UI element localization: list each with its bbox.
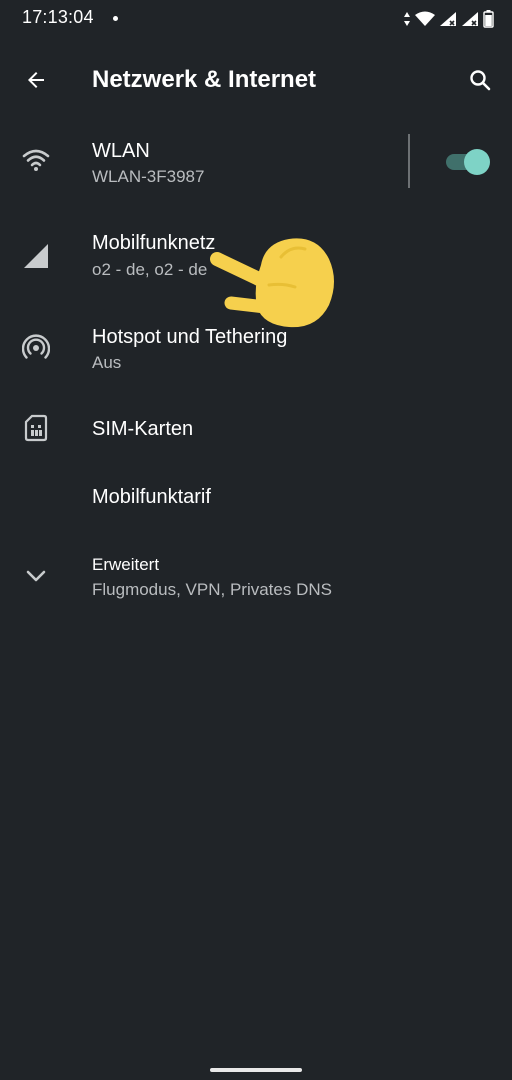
- notification-dot: [113, 16, 118, 21]
- app-bar: Netzwerk & Internet: [0, 48, 512, 112]
- list-item-wlan[interactable]: WLAN WLAN-3F3987: [0, 124, 512, 196]
- mobilfunknetz-subtitle: o2 - de, o2 - de: [92, 260, 208, 279]
- erweitert-title: Erweitert: [92, 555, 160, 574]
- wifi-icon: [12, 136, 60, 184]
- search-icon: [470, 70, 491, 91]
- divider: [408, 134, 410, 188]
- mobilfunknetz-title: Mobilfunknetz: [92, 232, 216, 254]
- arrow-back-icon: [28, 72, 44, 88]
- home-indicator[interactable]: [210, 1068, 302, 1072]
- sim-karten-title: SIM-Karten: [92, 418, 194, 440]
- wifi-icon: [415, 11, 435, 26]
- hotspot-title: Hotspot und Tethering: [92, 326, 288, 348]
- data-activity-icon: [404, 12, 410, 26]
- list-item-erweitert[interactable]: Erweitert Flugmodus, VPN, Privates DNS: [0, 540, 512, 612]
- list-item-mobilfunktarif[interactable]: Mobilfunktarif: [0, 468, 512, 528]
- back-button[interactable]: [12, 56, 60, 104]
- list-item-mobilfunknetz[interactable]: Mobilfunknetz o2 - de, o2 - de: [0, 212, 512, 294]
- hotspot-subtitle: Aus: [92, 353, 122, 372]
- list-item-sim-karten[interactable]: SIM-Karten: [0, 398, 512, 462]
- wlan-toggle[interactable]: [444, 148, 490, 176]
- chevron-down-icon: [12, 552, 60, 600]
- status-bar: 17:13:04: [0, 0, 512, 40]
- status-time: 17:13:04: [22, 7, 94, 27]
- wlan-title: WLAN: [92, 140, 150, 162]
- settings-screen: 17:13:04 Netzwerk & Internet WLAN WLAN-3…: [0, 0, 512, 1080]
- battery-icon: [483, 10, 494, 28]
- mobilfunktarif-title: Mobilfunktarif: [92, 486, 211, 508]
- search-button[interactable]: [456, 56, 504, 104]
- list-item-hotspot[interactable]: Hotspot und Tethering Aus: [0, 308, 512, 386]
- erweitert-subtitle: Flugmodus, VPN, Privates DNS: [92, 580, 332, 599]
- signal-icon: [462, 12, 478, 26]
- sim-card-icon: [12, 404, 60, 452]
- hotspot-icon: [12, 324, 60, 372]
- wlan-subtitle: WLAN-3F3987: [92, 167, 205, 186]
- toggle-thumb: [464, 149, 490, 175]
- page-title: Netzwerk & Internet: [92, 66, 317, 93]
- signal-icon: [440, 12, 456, 26]
- status-icons: [403, 9, 494, 29]
- cell-signal-icon: [12, 232, 60, 280]
